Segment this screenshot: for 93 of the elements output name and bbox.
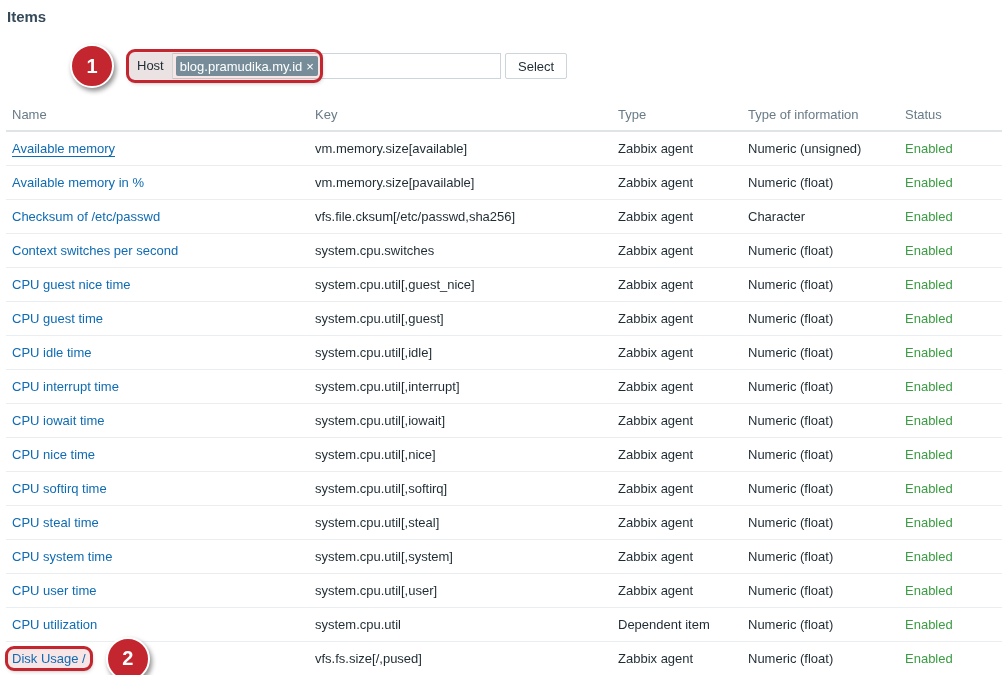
item-type: Zabbix agent: [618, 141, 694, 156]
item-link[interactable]: Context switches per second: [12, 243, 179, 258]
status-text: Enabled: [905, 209, 953, 224]
item-type: Zabbix agent: [618, 549, 694, 564]
column-header[interactable]: Status: [899, 100, 1002, 132]
item-type: Zabbix agent: [618, 243, 694, 258]
select-button[interactable]: Select: [505, 53, 568, 79]
item-link[interactable]: CPU iowait time: [12, 413, 105, 428]
status-text: Enabled: [905, 311, 953, 326]
host-chip[interactable]: blog.pramudika.my.id ×: [175, 56, 318, 76]
item-link[interactable]: CPU user time: [12, 583, 97, 598]
info-type: Numeric (unsigned): [748, 141, 862, 156]
item-key: system.cpu.util[,user]: [315, 583, 438, 598]
item-type: Zabbix agent: [618, 651, 694, 666]
item-link[interactable]: Checksum of /etc/passwd: [12, 209, 161, 224]
info-type: Numeric (float): [748, 481, 834, 496]
status-text: Enabled: [905, 481, 953, 496]
column-header[interactable]: Key: [309, 100, 612, 132]
info-type: Numeric (float): [748, 549, 834, 564]
column-header[interactable]: Name: [6, 100, 309, 132]
item-key: system.cpu.util[,guest]: [315, 311, 444, 326]
info-type: Numeric (float): [748, 447, 834, 462]
item-key: system.cpu.util[,steal]: [315, 515, 440, 530]
item-key: system.cpu.util: [315, 617, 401, 632]
item-key: system.cpu.util[,guest_nice]: [315, 277, 475, 292]
item-link[interactable]: Available memory: [12, 140, 116, 157]
item-key: system.cpu.util[,iowait]: [315, 413, 446, 428]
info-type: Numeric (float): [748, 413, 834, 428]
page-title: Items: [7, 8, 48, 26]
item-key: vm.memory.size[pavailable]: [315, 175, 475, 190]
item-type: Zabbix agent: [618, 175, 694, 190]
item-link[interactable]: CPU utilization: [12, 617, 98, 632]
info-type: Numeric (float): [748, 345, 834, 360]
column-header[interactable]: Type of information: [742, 100, 899, 132]
item-type: Zabbix agent: [618, 209, 694, 224]
item-type: Zabbix agent: [618, 515, 694, 530]
item-key: system.cpu.switches: [315, 243, 435, 258]
item-link[interactable]: CPU softirq time: [12, 481, 107, 496]
item-type: Zabbix agent: [618, 447, 694, 462]
item-type: Zabbix agent: [618, 413, 694, 428]
item-type: Zabbix agent: [618, 481, 694, 496]
item-key: vm.memory.size[available]: [315, 141, 468, 156]
info-type: Numeric (float): [748, 617, 834, 632]
info-type: Numeric (float): [748, 651, 834, 666]
info-type: Numeric (float): [748, 277, 834, 292]
status-text: Enabled: [905, 583, 953, 598]
status-text: Enabled: [905, 651, 953, 666]
item-key: system.cpu.util[,idle]: [315, 345, 433, 360]
status-text: Enabled: [905, 243, 953, 258]
item-link[interactable]: CPU system time: [12, 549, 113, 564]
item-link[interactable]: CPU guest nice time: [12, 277, 131, 292]
item-link[interactable]: CPU nice time: [12, 447, 96, 462]
status-text: Enabled: [905, 345, 953, 360]
item-type: Dependent item: [618, 617, 710, 632]
item-type: Zabbix agent: [618, 277, 694, 292]
callout-marker: 1: [70, 44, 114, 88]
item-link[interactable]: Available memory in %: [12, 175, 144, 190]
item-key: vfs.fs.size[/,pused]: [315, 651, 422, 666]
item-key: vfs.file.cksum[/etc/passwd,sha256]: [315, 209, 516, 224]
callout-marker: 2: [105, 636, 150, 675]
item-type: Zabbix agent: [618, 345, 694, 360]
chip-text: blog.pramudika.my.id: [179, 58, 303, 74]
column-header[interactable]: Type: [612, 100, 742, 132]
item-key: system.cpu.util[,interrupt]: [315, 379, 460, 394]
status-text: Enabled: [905, 141, 953, 156]
status-text: Enabled: [905, 617, 953, 632]
item-key: system.cpu.util[,system]: [315, 549, 453, 564]
item-link[interactable]: CPU guest time: [12, 311, 104, 326]
host-label: Host: [129, 53, 173, 79]
info-type: Numeric (float): [748, 175, 834, 190]
status-text: Enabled: [905, 413, 953, 428]
item-type: Zabbix agent: [618, 379, 694, 394]
remove-button[interactable]: ×: [306, 58, 314, 74]
item-type: Zabbix agent: [618, 311, 694, 326]
item-key: system.cpu.util[,softirq]: [315, 481, 448, 496]
item-key: system.cpu.util[,nice]: [315, 447, 436, 462]
info-type: Numeric (float): [748, 379, 834, 394]
status-text: Enabled: [905, 549, 953, 564]
item-link[interactable]: Disk Usage /: [8, 649, 90, 668]
status-text: Enabled: [905, 175, 953, 190]
info-type: Numeric (float): [748, 515, 834, 530]
status-text: Enabled: [905, 515, 953, 530]
info-type: Numeric (float): [748, 583, 834, 598]
info-type: Character: [748, 209, 806, 224]
status-text: Enabled: [905, 447, 953, 462]
info-type: Numeric (float): [748, 311, 834, 326]
item-link[interactable]: CPU idle time: [12, 345, 92, 360]
item-type: Zabbix agent: [618, 583, 694, 598]
info-type: Numeric (float): [748, 243, 834, 258]
item-link[interactable]: CPU interrupt time: [12, 379, 119, 394]
status-text: Enabled: [905, 277, 953, 292]
item-link[interactable]: CPU steal time: [12, 515, 99, 530]
status-text: Enabled: [905, 379, 953, 394]
